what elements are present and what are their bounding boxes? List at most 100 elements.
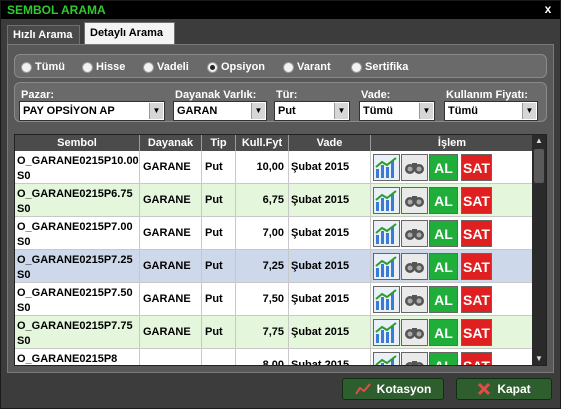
action-cell: AL SAT <box>371 349 533 365</box>
radio-certificate[interactable]: Sertifika <box>351 60 408 74</box>
table-row[interactable]: O_GARANE0215P8 8,00 Şubat 2015 AL SAT <box>15 349 533 365</box>
strike-cell: 8,00 <box>236 349 289 365</box>
radio-all[interactable]: Tümü <box>21 60 65 74</box>
expiry-cell: Şubat 2015 <box>289 184 371 217</box>
radio-dot-icon <box>21 61 32 73</box>
underlying-cell: GARANE <box>140 217 202 250</box>
sell-button[interactable]: SAT <box>461 319 492 346</box>
binoculars-icon[interactable] <box>401 286 428 313</box>
type-label: Tür: <box>276 89 298 101</box>
strike-label: Kullanım Fiyatı: <box>446 89 528 101</box>
underlying-value: GARAN <box>177 105 218 117</box>
action-cell: AL SAT <box>371 217 533 250</box>
buy-button[interactable]: AL <box>429 220 458 247</box>
column-header-expiry[interactable]: Vade <box>289 135 371 151</box>
action-cell: AL SAT <box>371 283 533 316</box>
quote-chart-icon <box>354 383 371 395</box>
scroll-thumb[interactable] <box>534 149 544 183</box>
chevron-down-icon: ▼ <box>334 103 348 119</box>
market-label: Pazar: <box>21 89 55 101</box>
underlying-cell: GARANE <box>140 151 202 184</box>
binoculars-icon[interactable] <box>401 187 428 214</box>
symbol-search-window: SEMBOL ARAMA x Hızlı Arama Detaylı Arama… <box>0 0 561 409</box>
radio-label: Hisse <box>96 61 126 73</box>
underlying-label: Dayanak Varlık: <box>175 89 257 101</box>
filter-bar: Pazar: PAY OPSİYON AP ▼ Dayanak Varlık: … <box>14 82 547 122</box>
chevron-down-icon: ▼ <box>419 103 433 119</box>
type-cell: Put <box>202 217 236 250</box>
column-header-underlying[interactable]: Dayanak <box>140 135 202 151</box>
radio-warrant[interactable]: Varant <box>283 60 331 74</box>
binoculars-icon[interactable] <box>401 220 428 247</box>
column-header-strike[interactable]: Kull.Fyt <box>236 135 289 151</box>
buy-button[interactable]: AL <box>429 154 458 181</box>
table-header: Sembol Dayanak Tip Kull.Fyt Vade İşlem <box>15 135 533 151</box>
radio-futures[interactable]: Vadeli <box>143 60 189 74</box>
column-header-type[interactable]: Tip <box>202 135 236 151</box>
type-cell: Put <box>202 283 236 316</box>
chart-icon[interactable] <box>373 220 400 247</box>
scroll-up-icon[interactable]: ▲ <box>532 135 546 147</box>
scroll-down-icon[interactable]: ▼ <box>532 353 546 365</box>
sell-button[interactable]: SAT <box>461 154 492 181</box>
binoculars-icon[interactable] <box>401 253 428 280</box>
table-row[interactable]: O_GARANE0215P10.00S0 GARANE Put 10,00 Şubat … <box>15 151 533 184</box>
strike-cell: 7,75 <box>236 316 289 349</box>
table-row[interactable]: O_GARANE0215P7.00S0 GARANE Put 7,00 Şubat 20… <box>15 217 533 250</box>
buy-button[interactable]: AL <box>429 286 458 313</box>
market-select[interactable]: PAY OPSİYON AP ▼ <box>19 101 165 121</box>
results-table: Sembol Dayanak Tip Kull.Fyt Vade İşlem O… <box>14 134 547 366</box>
expiry-value: Tümü <box>363 105 393 117</box>
tab-detailed-search[interactable]: Detaylı Arama <box>84 22 175 44</box>
quotation-button[interactable]: Kotasyon <box>342 378 444 400</box>
table-row[interactable]: O_GARANE0215P7.25S0 GARANE Put 7,25 Şubat 20… <box>15 250 533 283</box>
window-title: SEMBOL ARAMA <box>7 3 106 17</box>
radio-stock[interactable]: Hisse <box>82 60 125 74</box>
buy-button[interactable]: AL <box>429 352 458 365</box>
column-header-symbol[interactable]: Sembol <box>15 135 140 151</box>
symbol-cell: O_GARANE0215P6.75S0 <box>15 184 140 217</box>
strike-select[interactable]: Tümü ▼ <box>444 101 538 121</box>
close-icon[interactable]: x <box>542 3 554 16</box>
binoculars-icon[interactable] <box>401 154 428 181</box>
chart-icon[interactable] <box>373 187 400 214</box>
vertical-scrollbar[interactable]: ▲ ▼ <box>532 135 546 365</box>
type-select[interactable]: Put ▼ <box>274 101 350 121</box>
buy-button[interactable]: AL <box>429 253 458 280</box>
radio-option[interactable]: Opsiyon <box>207 60 265 74</box>
chart-icon[interactable] <box>373 319 400 346</box>
strike-cell: 7,00 <box>236 217 289 250</box>
chart-icon[interactable] <box>373 352 400 365</box>
table-row[interactable]: O_GARANE0215P7.50S0 GARANE Put 7,50 Şubat 20… <box>15 283 533 316</box>
chart-icon[interactable] <box>373 286 400 313</box>
type-cell: Put <box>202 151 236 184</box>
table-row[interactable]: O_GARANE0215P7.75S0 GARANE Put 7,75 Şubat 20… <box>15 316 533 349</box>
underlying-select[interactable]: GARAN ▼ <box>173 101 267 121</box>
table-row[interactable]: O_GARANE0215P6.75S0 GARANE Put 6,75 Şubat 20… <box>15 184 533 217</box>
chart-icon[interactable] <box>373 253 400 280</box>
buy-button[interactable]: AL <box>429 319 458 346</box>
radio-dot-icon <box>82 61 93 73</box>
sell-button[interactable]: SAT <box>461 286 492 313</box>
buy-button[interactable]: AL <box>429 187 458 214</box>
radio-label: Tümü <box>35 61 65 73</box>
symbol-cell: O_GARANE0215P10.00S0 <box>15 151 140 184</box>
radio-dot-icon <box>143 61 154 73</box>
sell-button[interactable]: SAT <box>461 352 492 365</box>
chart-icon[interactable] <box>373 154 400 181</box>
sell-button[interactable]: SAT <box>461 187 492 214</box>
radio-dot-icon <box>283 61 294 73</box>
binoculars-icon[interactable] <box>401 352 428 365</box>
title-bar: SEMBOL ARAMA x <box>1 1 560 19</box>
tab-quick-search[interactable]: Hızlı Arama <box>7 25 80 44</box>
expiry-cell: Şubat 2015 <box>289 217 371 250</box>
radio-label: Sertifika <box>365 61 409 73</box>
binoculars-icon[interactable] <box>401 319 428 346</box>
expiry-select[interactable]: Tümü ▼ <box>359 101 435 121</box>
sell-button[interactable]: SAT <box>461 220 492 247</box>
chevron-down-icon: ▼ <box>149 103 163 119</box>
close-button[interactable]: Kapat <box>456 378 552 400</box>
action-cell: AL SAT <box>371 316 533 349</box>
strike-value: Tümü <box>448 105 478 117</box>
sell-button[interactable]: SAT <box>461 253 492 280</box>
